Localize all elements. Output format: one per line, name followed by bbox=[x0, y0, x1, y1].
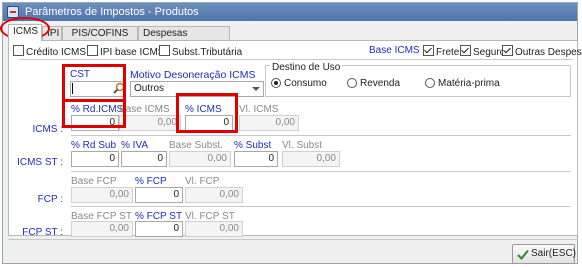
window-title: Parâmetros de Impostos - Produtos bbox=[25, 6, 199, 18]
vl-fcp-st-input[interactable]: 0,00 bbox=[185, 221, 243, 237]
base-icms-input[interactable]: 0,00 bbox=[119, 115, 181, 131]
ipi-base-icms-checkbox[interactable]: IPI base ICMS bbox=[87, 45, 164, 59]
base-fcp-input[interactable]: 0,00 bbox=[71, 187, 133, 203]
app-icon bbox=[7, 6, 19, 18]
frete-box bbox=[423, 45, 434, 56]
frete-checkbox[interactable]: Frete bbox=[423, 45, 459, 59]
subst-tributaria-box bbox=[159, 45, 170, 56]
base-subst-input[interactable]: 0,00 bbox=[169, 151, 231, 167]
destino-uso-label: Destino de Uso bbox=[270, 62, 343, 74]
tab-icms[interactable]: ICMS bbox=[8, 24, 42, 41]
exit-button[interactable]: Sair(ESC) bbox=[512, 244, 577, 264]
radio-consumo-dot bbox=[271, 78, 281, 88]
pct-subst-input[interactable]: 0 bbox=[234, 151, 278, 167]
seguro-label: Seguro bbox=[473, 47, 506, 58]
outras-despesas-label: Outras Despesas bbox=[515, 47, 582, 58]
base-icms-label: Base ICMS : bbox=[369, 45, 426, 56]
dialog-window: Parâmetros de Impostos - Produtos ICMS I… bbox=[2, 2, 582, 264]
checkmark-exit-icon bbox=[517, 249, 529, 260]
vl-subst-input[interactable]: 0,00 bbox=[282, 151, 340, 167]
outras-despesas-box bbox=[502, 45, 513, 56]
radio-revenda-dot bbox=[347, 78, 357, 88]
divider bbox=[71, 171, 571, 172]
exit-button-label: Sair(ESC) bbox=[531, 248, 577, 259]
divider bbox=[19, 59, 573, 60]
subst-tributaria-label: Subst.Tributária bbox=[172, 47, 243, 58]
radio-consumo[interactable]: Consumo bbox=[271, 78, 327, 90]
radio-revenda[interactable]: Revenda bbox=[347, 78, 400, 90]
footer-divider bbox=[8, 239, 578, 240]
radio-materia-prima[interactable]: Matéria-prima bbox=[425, 78, 500, 90]
ipi-base-icms-box bbox=[87, 45, 98, 56]
vl-fcp-input[interactable]: 0,00 bbox=[185, 187, 243, 203]
credito-icms-checkbox[interactable]: Crédito ICMS bbox=[13, 45, 86, 59]
motivo-desoneracao-label: Motivo Desoneração ICMS bbox=[130, 69, 256, 81]
tab-pis-cofins[interactable]: PIS/COFINS bbox=[62, 26, 138, 40]
credito-icms-box bbox=[13, 45, 24, 56]
fcp-st-row-label: FCP ST : bbox=[22, 227, 63, 238]
base-fcp-st-input[interactable]: 0,00 bbox=[71, 221, 133, 237]
ipi-base-icms-label: IPI base ICMS bbox=[100, 47, 165, 58]
radio-materia-prima-dot bbox=[425, 78, 435, 88]
tab-despesas-acessorias[interactable]: Despesas Acessórias bbox=[138, 26, 230, 53]
pct-iva-input[interactable]: 0 bbox=[121, 151, 167, 167]
pct-fcp-st-input[interactable]: 0 bbox=[135, 221, 183, 237]
divider bbox=[71, 135, 571, 136]
divider bbox=[71, 206, 571, 207]
highlight-pct-icms bbox=[176, 93, 238, 133]
seguro-box bbox=[460, 45, 471, 56]
icms-row-label: ICMS : bbox=[32, 124, 63, 135]
title-bar: Parâmetros de Impostos - Produtos bbox=[3, 3, 577, 21]
highlight-cst-lower bbox=[62, 96, 126, 128]
credito-icms-label: Crédito ICMS bbox=[26, 47, 87, 58]
radio-materia-prima-label: Matéria-prima bbox=[438, 78, 500, 89]
outras-despesas-checkbox[interactable]: Outras Despesas bbox=[502, 45, 582, 59]
vl-icms-input[interactable]: 0,00 bbox=[239, 115, 299, 131]
subst-tributaria-checkbox[interactable]: Subst.Tributária bbox=[159, 45, 242, 59]
pct-fcp-input[interactable]: 0 bbox=[135, 187, 183, 203]
chevron-down-icon bbox=[252, 87, 260, 91]
fcp-row-label: FCP : bbox=[37, 194, 63, 205]
radio-consumo-label: Consumo bbox=[284, 78, 327, 89]
icms-st-row-label: ICMS ST : bbox=[17, 157, 63, 168]
pct-rd-sub-input[interactable]: 0 bbox=[71, 151, 119, 167]
radio-revenda-label: Revenda bbox=[360, 78, 401, 89]
motivo-desoneracao-value: Outros bbox=[134, 83, 165, 94]
seguro-checkbox[interactable]: Seguro bbox=[460, 45, 505, 59]
frete-label: Frete bbox=[436, 47, 460, 58]
